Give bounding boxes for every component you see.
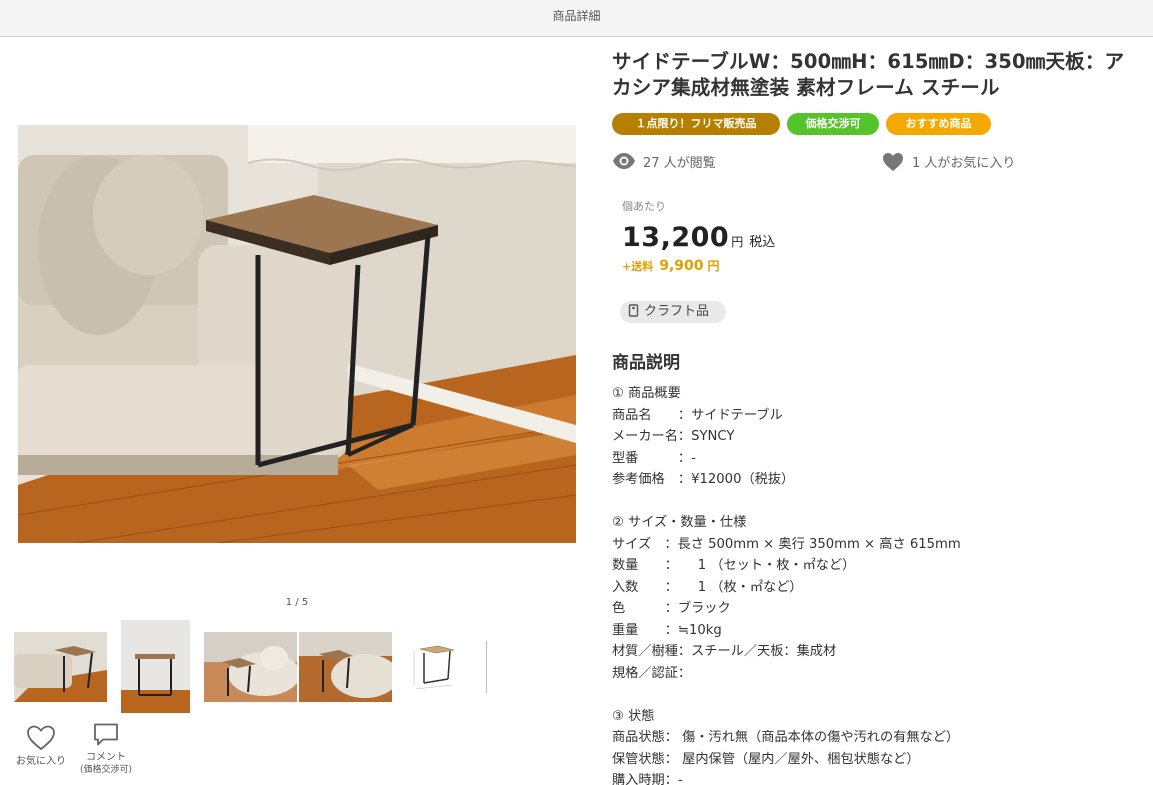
description-title: 商品説明 [612,353,680,373]
badge-recommended: おすすめ商品 [886,113,991,135]
tax-label: 税込 [749,235,776,250]
description-line: 購入時期：- [612,773,683,785]
description-line: ③ 状態 [612,708,655,724]
description-line: 保管状態： 屋内保管（屋内／屋外、梱包状態など） [612,751,920,767]
heart-icon [27,725,55,751]
description-line [612,491,1142,513]
main-product-photo[interactable] [18,125,576,543]
description-line: 色 ：ブラック [612,601,731,616]
comment-label: コメント [86,752,126,763]
page-title: 商品詳細 [552,9,601,23]
category-chip-label: クラフト品 [644,304,710,319]
favorite-button[interactable]: お気に入り [10,724,72,768]
thumbnail-4[interactable] [299,632,392,702]
comment-button[interactable]: コメント (価格交渉可) [74,722,138,776]
price-value: 13,200 [622,222,730,253]
product-title: サイドテーブルW：500㎜H：615㎜D：350㎜天板：アカシア集成材無塗装 素… [612,50,1125,99]
comment-sub-label: (価格交渉可) [79,765,133,775]
favorite-label: お気に入り [16,756,66,767]
description-line: 商品状態： 傷・汚れ無（商品本体の傷や汚れの有無など） [612,730,960,745]
comment-icon [94,723,118,746]
price: 13,200 円税込 [622,222,775,253]
view-count-text: 27 人が閲覧 [643,156,716,171]
category-chip[interactable]: クラフト品 [620,301,726,323]
eye-icon [613,153,635,169]
description-line: 商品名 ：サイドテーブル [612,407,783,423]
description-line: メーカー名：SYNCY [612,429,735,444]
thumbnail-3[interactable] [204,632,297,702]
description-line: 参考価格 ：¥12000（税抜） [612,472,795,487]
favorite-count-text: 1 人がお気に入り [912,156,1016,171]
shipping-fee: +送料 9,900 円 [622,257,720,274]
thumbnail-5[interactable] [394,641,487,693]
product-description: ① 商品概要 商品名 ：サイドテーブル メーカー名：SYNCY 型番 ：- 参考… [612,383,1142,785]
thumbnail-1[interactable] [14,632,107,702]
badge-negotiable: 価格交渉可 [787,113,879,135]
shipping-label: +送料 [622,260,654,273]
description-line: 型番 ：- [612,450,696,466]
shipping-yen: 円 [707,259,720,273]
description-line: サイズ ：長さ 500mm × 奥行 350mm × 高さ 615mm [612,536,961,552]
unit-label: 個あたり [622,200,666,213]
description-line [612,684,1142,706]
description-line: ② サイズ・数量・仕様 [612,515,747,530]
description-line: 入数 ： 1 （枚・㎡など） [612,579,803,595]
description-line: 材質／樹種：スチール／天板：集成材 [612,644,837,659]
top-bar: 商品詳細 [0,0,1153,37]
description-line: ① 商品概要 [612,386,681,401]
thumbnail-2[interactable] [121,620,190,713]
tag-icon [628,304,639,317]
price-yen: 円 [731,235,744,249]
heart-icon [883,153,903,171]
description-line: 数量 ： 1 （セット・枚・㎡など） [612,558,856,573]
badge-single-item: １点限り！フリマ販売品 [612,113,780,135]
shipping-value: 9,900 [659,258,704,274]
gallery-pager: 1 / 5 [285,597,309,608]
description-line: 規格／認証： [612,665,692,681]
description-line: 重量 ：≒10kg [612,622,722,638]
